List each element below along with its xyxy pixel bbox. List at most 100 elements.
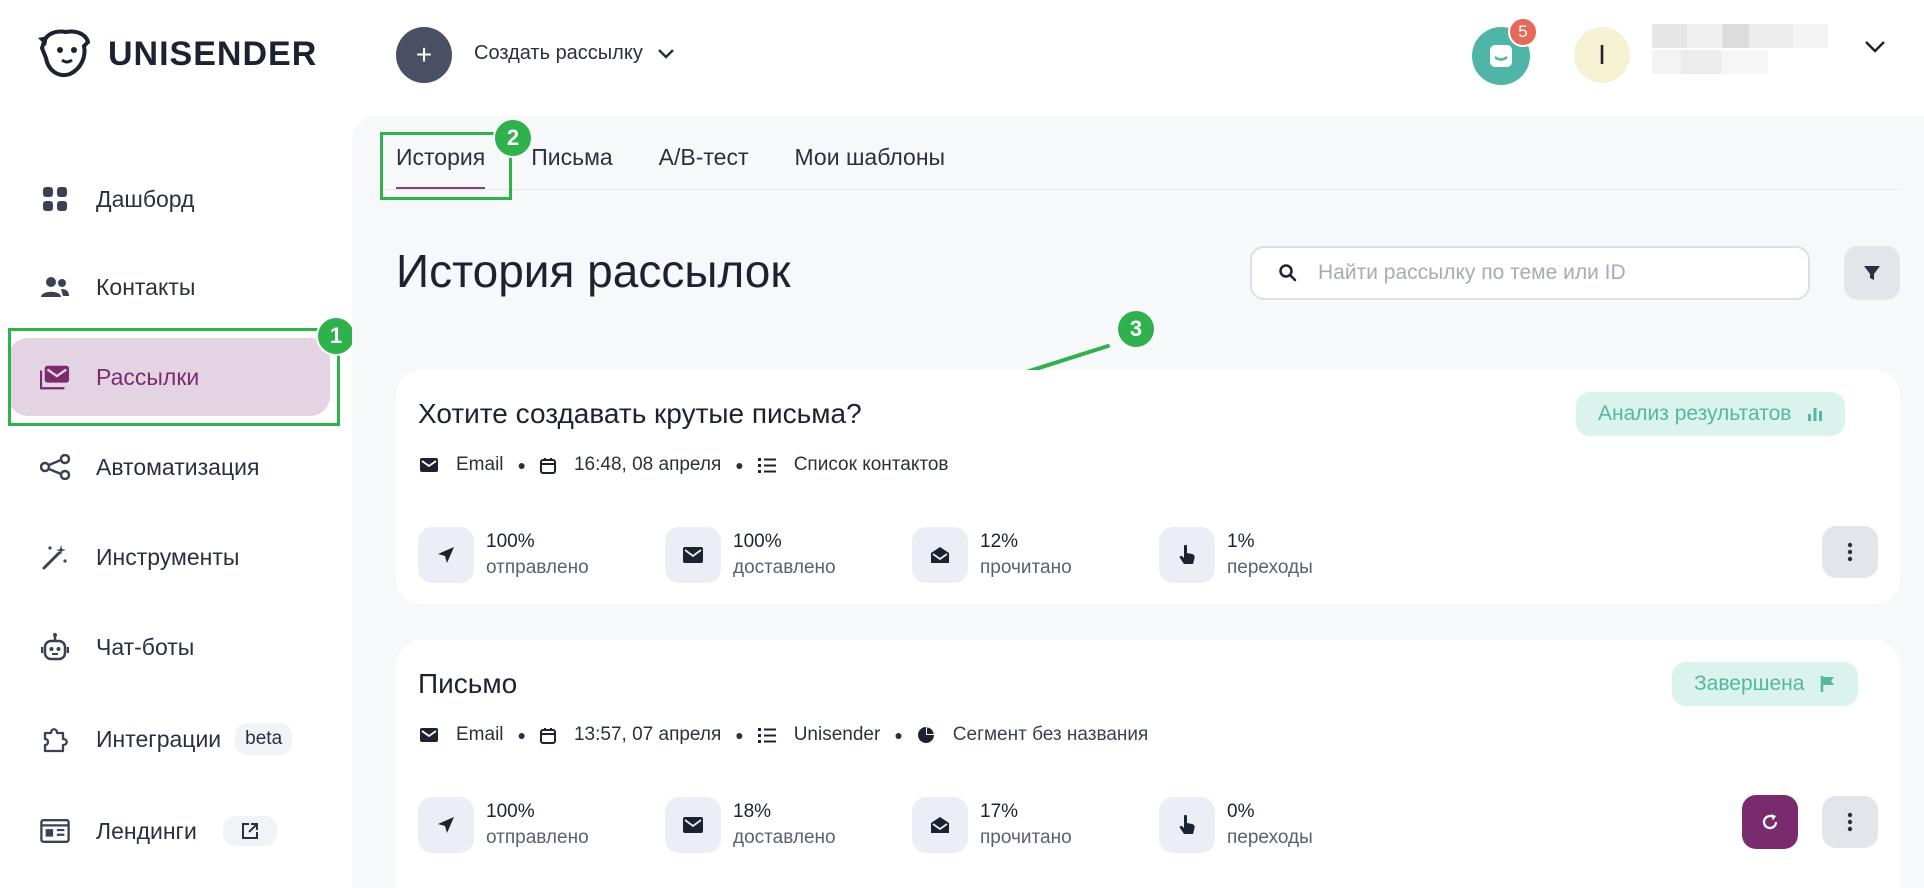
search-input[interactable]: [1318, 261, 1798, 285]
create-campaign-plus-button[interactable]: +: [396, 27, 452, 83]
stat-label: переходы: [1227, 557, 1313, 578]
sidebar-item-label: Инструменты: [96, 543, 240, 570]
chevron-down-icon: [657, 48, 674, 59]
tab-ab-test[interactable]: А/В-тест: [659, 144, 749, 190]
campaign-segment: Сегмент без названия: [952, 724, 1149, 745]
calendar-icon: [539, 727, 556, 744]
user-menu-chevron-icon[interactable]: [1864, 40, 1886, 54]
envelope-icon: [665, 797, 721, 853]
stat-value: 100%: [486, 801, 535, 822]
filter-button[interactable]: [1844, 246, 1900, 300]
filter-icon: [1864, 266, 1880, 280]
more-options-button[interactable]: [1822, 526, 1878, 578]
stat-label: переходы: [1227, 827, 1313, 848]
search-box[interactable]: [1250, 246, 1810, 300]
send-icon: [418, 797, 474, 853]
sidebar-item-label: Интеграции: [96, 725, 222, 752]
sidebar-item-landings[interactable]: Лендинги: [8, 792, 330, 870]
stat-read: 17% прочитано: [912, 797, 1072, 853]
stat-sent: 100% отправлено: [418, 527, 589, 583]
analysis-results-button[interactable]: Анализ результатов: [1576, 392, 1846, 436]
campaign-list: Список контактов: [793, 454, 949, 475]
repeat-campaign-button[interactable]: [1742, 795, 1798, 849]
annotation-box-1: [8, 328, 340, 426]
bar-chart-icon: [1808, 408, 1823, 421]
sidebar-item-dashboard[interactable]: Дашборд: [8, 160, 330, 238]
avatar[interactable]: I: [1574, 27, 1630, 83]
search-icon: [1279, 264, 1297, 282]
list-icon: [757, 457, 776, 473]
stat-value: 100%: [733, 531, 782, 552]
stat-label: доставлено: [733, 827, 836, 848]
status-label: Завершена: [1694, 672, 1805, 695]
open-envelope-icon: [912, 797, 968, 853]
stat-clicks: 1% переходы: [1159, 527, 1313, 583]
stat-value: 100%: [486, 531, 535, 552]
send-icon: [418, 527, 474, 583]
plus-icon: +: [415, 39, 433, 70]
tab-my-templates[interactable]: Мои шаблоны: [795, 144, 946, 190]
dashboard-icon: [40, 184, 70, 214]
refresh-icon: [1762, 814, 1778, 830]
campaign-datetime: 13:57, 07 апреля: [573, 724, 722, 745]
list-icon: [757, 727, 776, 743]
chat-icon: [1490, 45, 1512, 67]
magic-wand-icon: [40, 542, 70, 572]
notification-count-badge: 5: [1508, 17, 1538, 47]
landing-icon: [40, 816, 70, 846]
stat-clicks: 0% переходы: [1159, 797, 1313, 853]
sidebar-item-chatbots[interactable]: Чат-боты: [8, 608, 330, 686]
campaign-datetime: 16:48, 08 апреля: [573, 454, 722, 475]
status-label: Анализ результатов: [1598, 402, 1792, 425]
automation-icon: [40, 452, 70, 482]
campaign-title[interactable]: Письмо: [418, 668, 517, 700]
campaign-type: Email: [456, 724, 504, 745]
more-options-button[interactable]: [1822, 796, 1878, 848]
stat-label: доставлено: [733, 557, 836, 578]
sidebar-item-tools[interactable]: Инструменты: [8, 518, 330, 596]
user-email-blurred: [1652, 50, 1768, 74]
separator-dot: ●: [735, 727, 744, 743]
robot-icon: [40, 632, 70, 662]
create-campaign-label: Создать рассылку: [474, 42, 643, 64]
create-campaign-dropdown[interactable]: Создать рассылку: [474, 42, 675, 65]
stat-label: прочитано: [980, 557, 1072, 578]
stat-delivered: 18% доставлено: [665, 797, 836, 853]
separator-dot: ●: [894, 727, 903, 743]
pointer-hand-icon: [1159, 797, 1215, 853]
annotation-marker-1: 1: [316, 316, 356, 356]
kebab-menu-icon: [1847, 812, 1853, 832]
stat-sent: 100% отправлено: [418, 797, 589, 853]
tabs-divider: [380, 189, 1900, 190]
stat-value: 17%: [980, 801, 1019, 822]
stat-value: 12%: [980, 531, 1019, 552]
flag-icon: [1821, 676, 1835, 692]
pie-segment-icon: [917, 727, 934, 743]
beta-badge: beta: [235, 723, 293, 755]
stat-label: прочитано: [980, 827, 1072, 848]
envelope-icon: [420, 458, 438, 472]
sidebar-item-automation[interactable]: Автоматизация: [8, 428, 330, 506]
annotation-marker-2: 2: [493, 118, 533, 158]
puzzle-icon: [40, 724, 70, 754]
stat-value: 18%: [733, 801, 772, 822]
sidebar-item-contacts[interactable]: Контакты: [8, 248, 330, 326]
page-title: История рассылок: [396, 245, 791, 297]
logo[interactable]: UNISENDER: [36, 28, 317, 80]
tab-letters[interactable]: Письма: [531, 144, 612, 190]
separator-dot: ●: [517, 727, 526, 743]
campaign-title[interactable]: Хотите создавать крутые письма?: [418, 398, 862, 430]
campaign-meta: Email ● 13:57, 07 апреля ● Unisender ● С…: [420, 724, 1148, 746]
external-link-icon[interactable]: [222, 816, 277, 846]
brand-name: UNISENDER: [108, 34, 318, 73]
calendar-icon: [539, 457, 556, 474]
stat-delivered: 100% доставлено: [665, 527, 836, 583]
stat-value: 0%: [1227, 801, 1255, 822]
contacts-icon: [40, 272, 70, 302]
campaign-card[interactable]: Хотите создавать крутые письма? Анализ р…: [396, 370, 1900, 604]
envelope-icon: [665, 527, 721, 583]
sidebar-item-integrations[interactable]: Интеграции beta: [8, 700, 330, 778]
envelope-icon: [420, 728, 438, 742]
campaign-card[interactable]: Письмо Завершена Email ● 13:57, 07 апрел…: [396, 640, 1900, 888]
sidebar-item-label: Автоматизация: [96, 453, 260, 480]
